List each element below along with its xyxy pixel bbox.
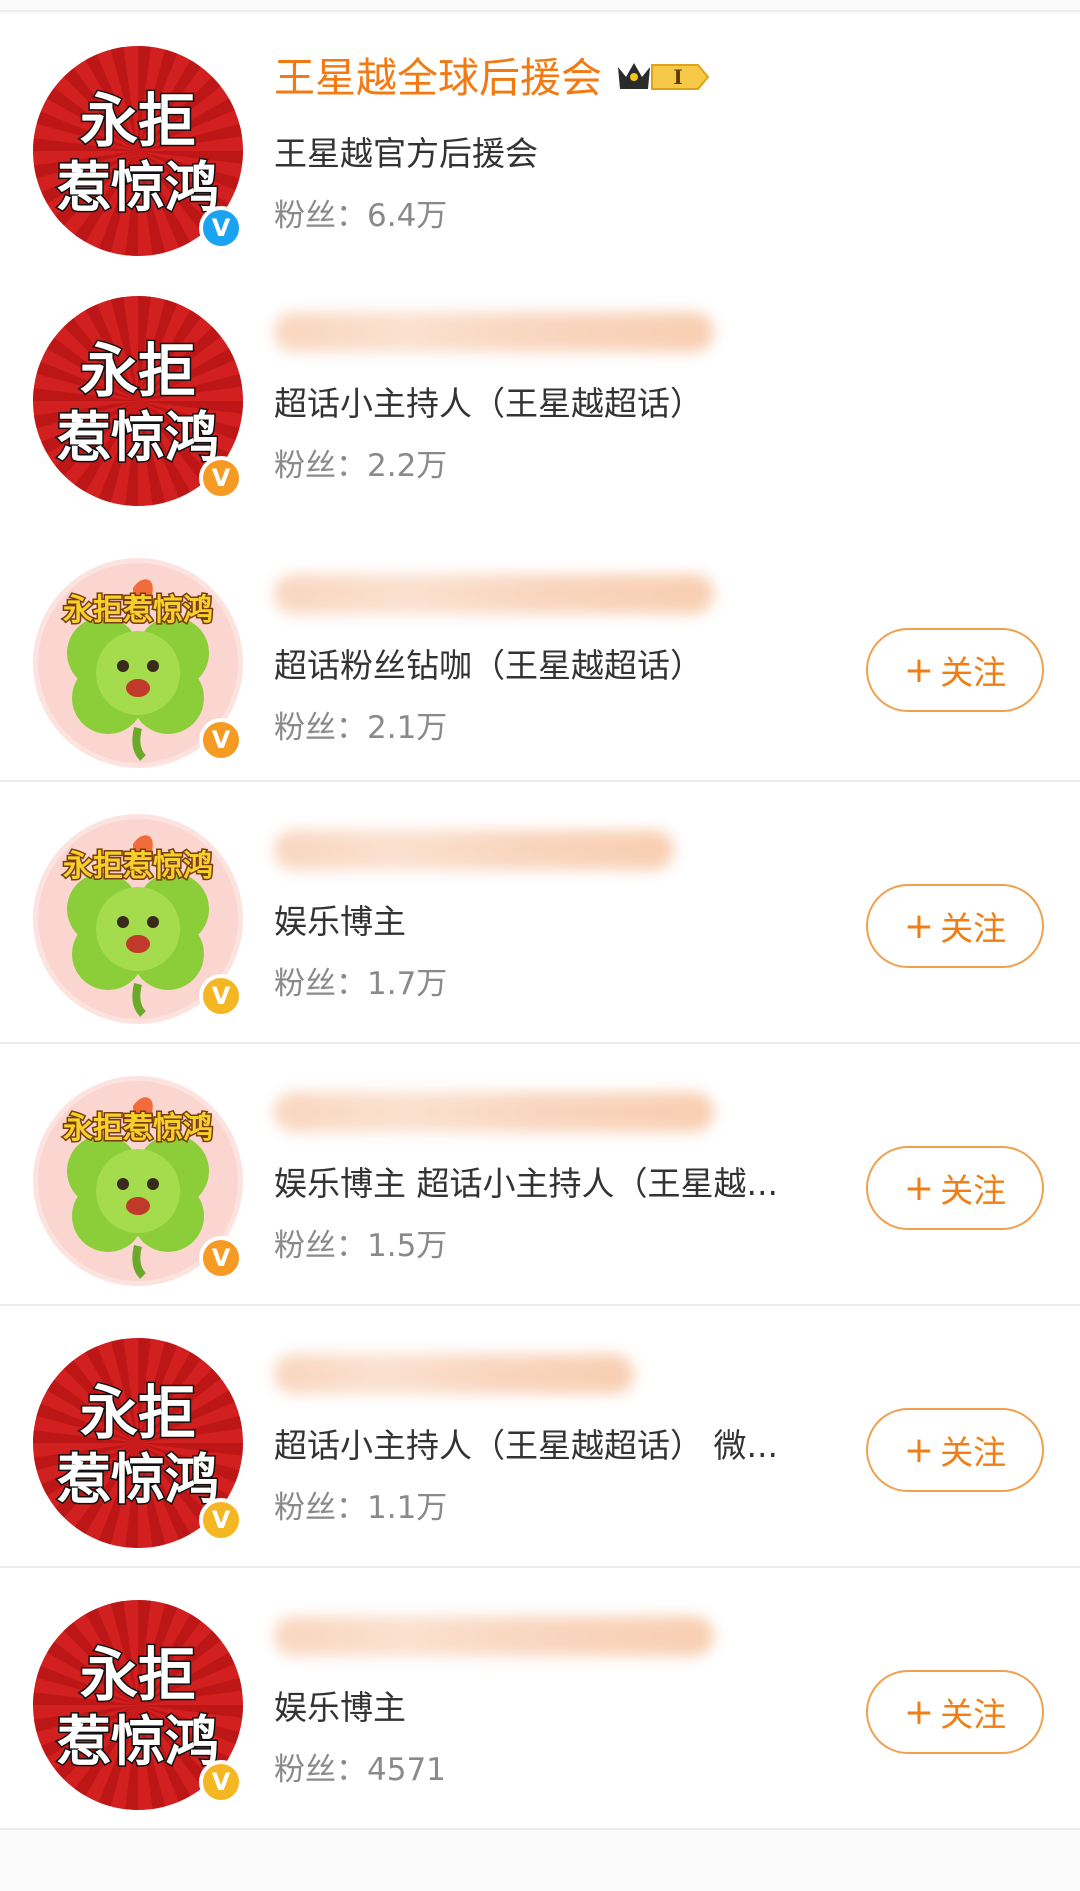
follow-label: 关注 <box>940 653 1007 692</box>
avatar-text-line-1: 永拒 <box>80 337 196 405</box>
account-row[interactable]: 永拒惹惊鸿 V 娱乐博主 超话小主持人（王星越... 粉丝：1.5万 + 关注 <box>0 1044 1080 1306</box>
fans-value: 2.2万 <box>367 448 448 484</box>
fans-label: 粉丝： <box>274 1228 367 1264</box>
fans-count: 粉丝：2.1万 <box>274 710 447 747</box>
follow-label: 关注 <box>940 1695 1007 1734</box>
avatar-text-line-2: 惹惊鸿 <box>57 406 219 469</box>
fans-value: 6.4万 <box>367 198 448 234</box>
fans-label: 粉丝： <box>274 1752 367 1788</box>
avatar-text-line-2: 惹惊鸿 <box>57 156 219 219</box>
follow-label: 关注 <box>940 1433 1007 1472</box>
avatar[interactable]: 永拒 惹惊鸿 V <box>33 46 243 256</box>
vip-badge-level: I <box>673 65 682 89</box>
fans-value: 1.5万 <box>367 1228 448 1264</box>
blurred-account-name[interactable] <box>274 1354 634 1394</box>
fans-label: 粉丝： <box>274 1490 367 1526</box>
fans-value: 1.1万 <box>367 1490 448 1526</box>
avatar-text-line-1: 永拒 <box>80 87 196 155</box>
account-row[interactable]: 永拒惹惊鸿 V 娱乐博主 粉丝：1.7万 + 关注 <box>0 782 1080 1044</box>
plus-icon: + <box>903 649 935 691</box>
verified-v-icon: V <box>199 1760 243 1804</box>
fans-count: 粉丝：1.1万 <box>274 1490 447 1527</box>
account-description: 超话小主持人（王星越超话） <box>274 384 703 423</box>
account-search-results: 永拒 惹惊鸿 V 王星越全球后援会 I 王星越官方后援会 粉丝：6.4万 永拒 … <box>0 0 1080 1891</box>
account-description: 娱乐博主 <box>274 1688 406 1727</box>
fans-value: 1.7万 <box>367 966 448 1002</box>
account-row[interactable]: 永拒 惹惊鸿 V 王星越全球后援会 I 王星越官方后援会 粉丝：6.4万 <box>0 14 1080 264</box>
avatar[interactable]: 永拒 惹惊鸿 V <box>33 1600 243 1810</box>
fans-count: 粉丝：1.5万 <box>274 1228 447 1265</box>
account-list: 永拒 惹惊鸿 V 王星越全球后援会 I 王星越官方后援会 粉丝：6.4万 永拒 … <box>0 14 1080 1830</box>
top-divider <box>0 10 1080 12</box>
verified-v-icon: V <box>199 974 243 1018</box>
blurred-account-name[interactable] <box>274 1616 714 1656</box>
avatar-text: 永拒惹惊鸿 <box>63 849 213 884</box>
account-description: 超话小主持人（王星越超话） 微... <box>274 1426 778 1465</box>
follow-label: 关注 <box>940 1171 1007 1210</box>
account-row[interactable]: 永拒 惹惊鸿 V 超话小主持人（王星越超话） 微... 粉丝：1.1万 + 关注 <box>0 1306 1080 1568</box>
account-description: 娱乐博主 <box>274 902 406 941</box>
verified-v-icon: V <box>199 1236 243 1280</box>
fans-value: 2.1万 <box>367 710 448 746</box>
avatar[interactable]: 永拒 惹惊鸿 V <box>33 296 243 506</box>
account-name-text: 王星越全球后援会 <box>274 54 602 102</box>
follow-button[interactable]: + 关注 <box>866 628 1044 712</box>
blurred-account-name[interactable] <box>274 574 714 614</box>
verified-v-icon: V <box>199 206 243 250</box>
avatar-text-line-1: 永拒 <box>80 1379 196 1447</box>
follow-button[interactable]: + 关注 <box>866 884 1044 968</box>
plus-icon: + <box>903 1429 935 1471</box>
verified-v-icon: V <box>199 456 243 500</box>
avatar-text: 永拒惹惊鸿 <box>63 593 213 628</box>
plus-icon: + <box>903 1691 935 1733</box>
account-description: 王星越官方后援会 <box>274 134 538 173</box>
follow-button[interactable]: + 关注 <box>866 1408 1044 1492</box>
avatar[interactable]: 永拒 惹惊鸿 V <box>33 1338 243 1548</box>
follow-label: 关注 <box>940 909 1007 948</box>
avatar[interactable]: 永拒惹惊鸿 V <box>33 1076 243 1286</box>
avatar[interactable]: 永拒惹惊鸿 V <box>33 558 243 768</box>
avatar-text: 永拒惹惊鸿 <box>63 1111 213 1146</box>
fans-label: 粉丝： <box>274 966 367 1002</box>
avatar-text-line-2: 惹惊鸿 <box>57 1448 219 1511</box>
fans-label: 粉丝： <box>274 198 367 234</box>
avatar-text-line-1: 永拒 <box>80 1641 196 1709</box>
crown-vip-badge-icon: I <box>618 63 710 90</box>
blurred-account-name[interactable] <box>274 1092 714 1132</box>
blurred-account-name[interactable] <box>274 312 714 352</box>
account-row[interactable]: 永拒惹惊鸿 V 超话粉丝钻咖（王星越超话） 粉丝：2.1万 + 关注 <box>0 526 1080 782</box>
avatar[interactable]: 永拒惹惊鸿 V <box>33 814 243 1024</box>
fans-label: 粉丝： <box>274 448 367 484</box>
fans-label: 粉丝： <box>274 710 367 746</box>
account-description: 超话粉丝钻咖（王星越超话） <box>274 646 703 685</box>
account-row[interactable]: 永拒 惹惊鸿 V 超话小主持人（王星越超话） 粉丝：2.2万 <box>0 264 1080 526</box>
plus-icon: + <box>903 1167 935 1209</box>
follow-button[interactable]: + 关注 <box>866 1670 1044 1754</box>
fans-value: 4571 <box>367 1752 446 1788</box>
account-description: 娱乐博主 超话小主持人（王星越... <box>274 1164 778 1203</box>
fans-count: 粉丝：1.7万 <box>274 966 447 1003</box>
account-name[interactable]: 王星越全球后援会 I <box>274 54 710 103</box>
avatar-text-line-2: 惹惊鸿 <box>57 1710 219 1773</box>
fans-count: 粉丝：2.2万 <box>274 448 447 485</box>
verified-v-icon: V <box>199 718 243 762</box>
verified-v-icon: V <box>199 1498 243 1542</box>
account-row[interactable]: 永拒 惹惊鸿 V 娱乐博主 粉丝：4571 + 关注 <box>0 1568 1080 1830</box>
plus-icon: + <box>903 905 935 947</box>
follow-button[interactable]: + 关注 <box>866 1146 1044 1230</box>
fans-count: 粉丝：4571 <box>274 1752 446 1789</box>
blurred-account-name[interactable] <box>274 830 674 870</box>
fans-count: 粉丝：6.4万 <box>274 198 447 235</box>
